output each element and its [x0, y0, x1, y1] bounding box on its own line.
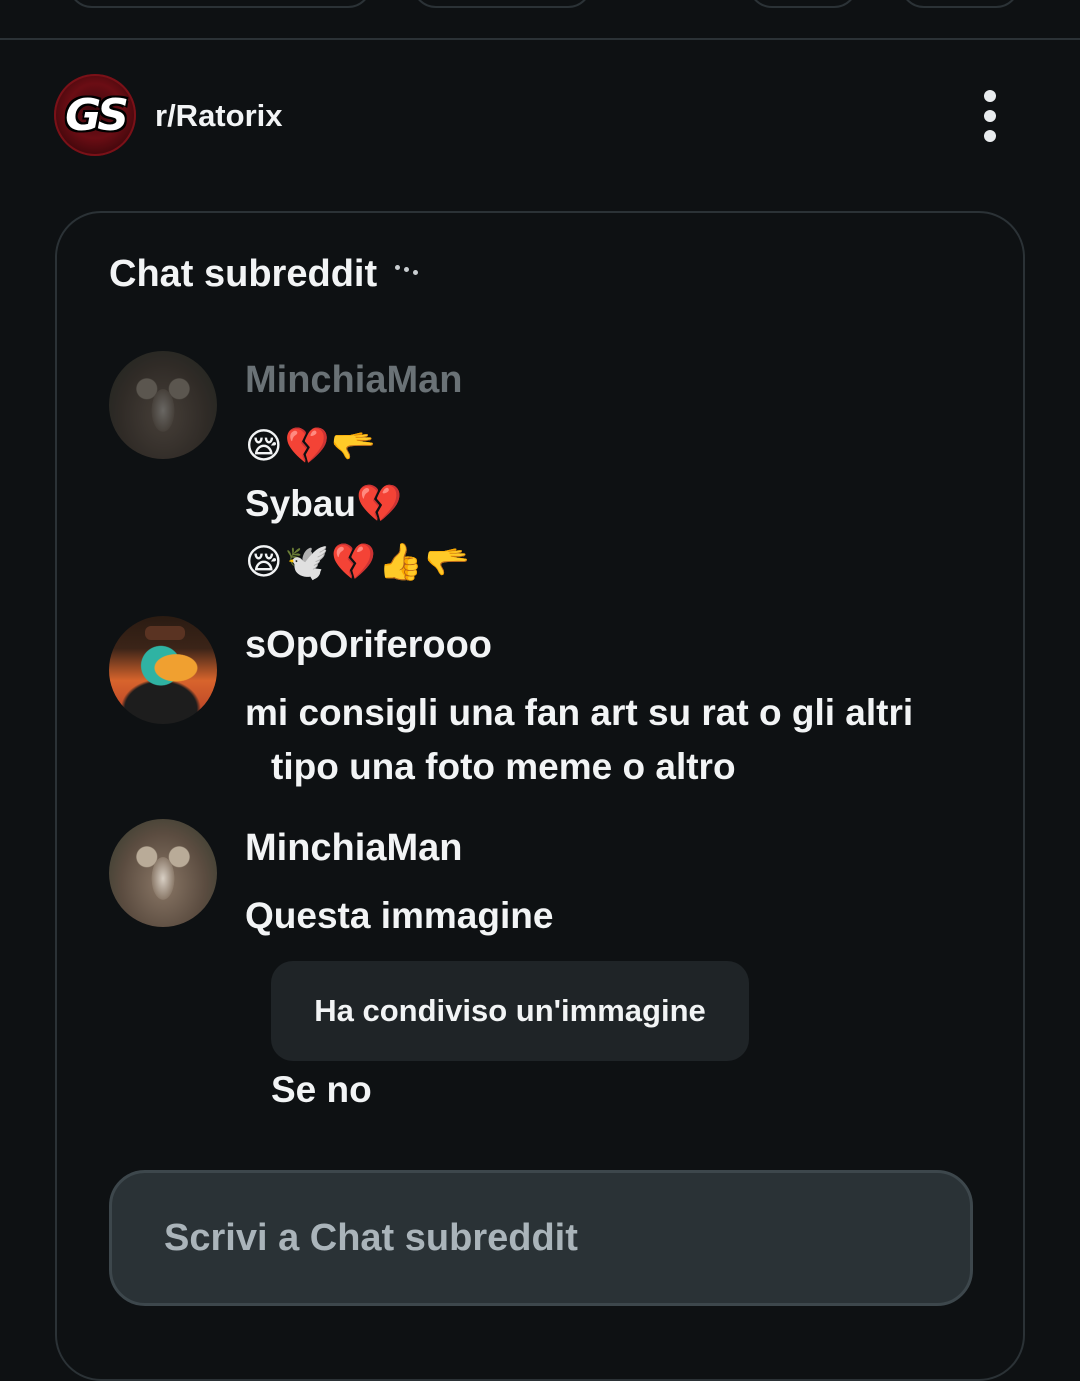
subreddit-avatar[interactable]: GS — [54, 74, 136, 156]
chat-card: Chat subreddit MinchiaMan 😪💔🫳 Sybau💔 😪🕊️… — [55, 211, 1025, 1381]
message-composer[interactable]: Scrivi a Chat subreddit — [109, 1170, 973, 1306]
subreddit-name[interactable]: r/Ratorix — [155, 98, 282, 134]
chat-title[interactable]: Chat subreddit — [109, 253, 377, 296]
message-text: Se no — [271, 1069, 372, 1110]
top-pill-button[interactable] — [412, 0, 592, 8]
avatar[interactable] — [109, 819, 217, 927]
message-username[interactable]: sOpOriferooo — [245, 624, 492, 667]
kebab-menu-icon[interactable] — [976, 88, 1004, 144]
message-username[interactable]: MinchiaMan — [245, 827, 462, 870]
shared-image-chip[interactable]: Ha condiviso un'immagine — [271, 961, 749, 1061]
message-text: tipo una foto meme o altro — [271, 746, 736, 787]
top-pill-button[interactable] — [68, 0, 372, 8]
top-action-bar — [0, 0, 1080, 40]
message-text: Questa immagine — [245, 895, 554, 936]
message-text: Sybau💔 — [245, 483, 403, 524]
top-pill-button[interactable] — [900, 0, 1020, 8]
message-text: mi consigli una fan art su rat o gli alt… — [245, 692, 914, 733]
message-username[interactable]: MinchiaMan — [245, 359, 462, 402]
message-text: 😪🕊️💔👍🫳 — [245, 542, 472, 583]
top-pill-button[interactable] — [748, 0, 858, 8]
avatar[interactable] — [109, 351, 217, 459]
avatar[interactable] — [109, 616, 217, 724]
more-options-icon[interactable] — [395, 263, 425, 275]
subreddit-header: GS r/Ratorix — [54, 74, 1026, 158]
message-text: 😪💔🫳 — [245, 426, 379, 467]
composer-placeholder: Scrivi a Chat subreddit — [164, 1217, 578, 1259]
